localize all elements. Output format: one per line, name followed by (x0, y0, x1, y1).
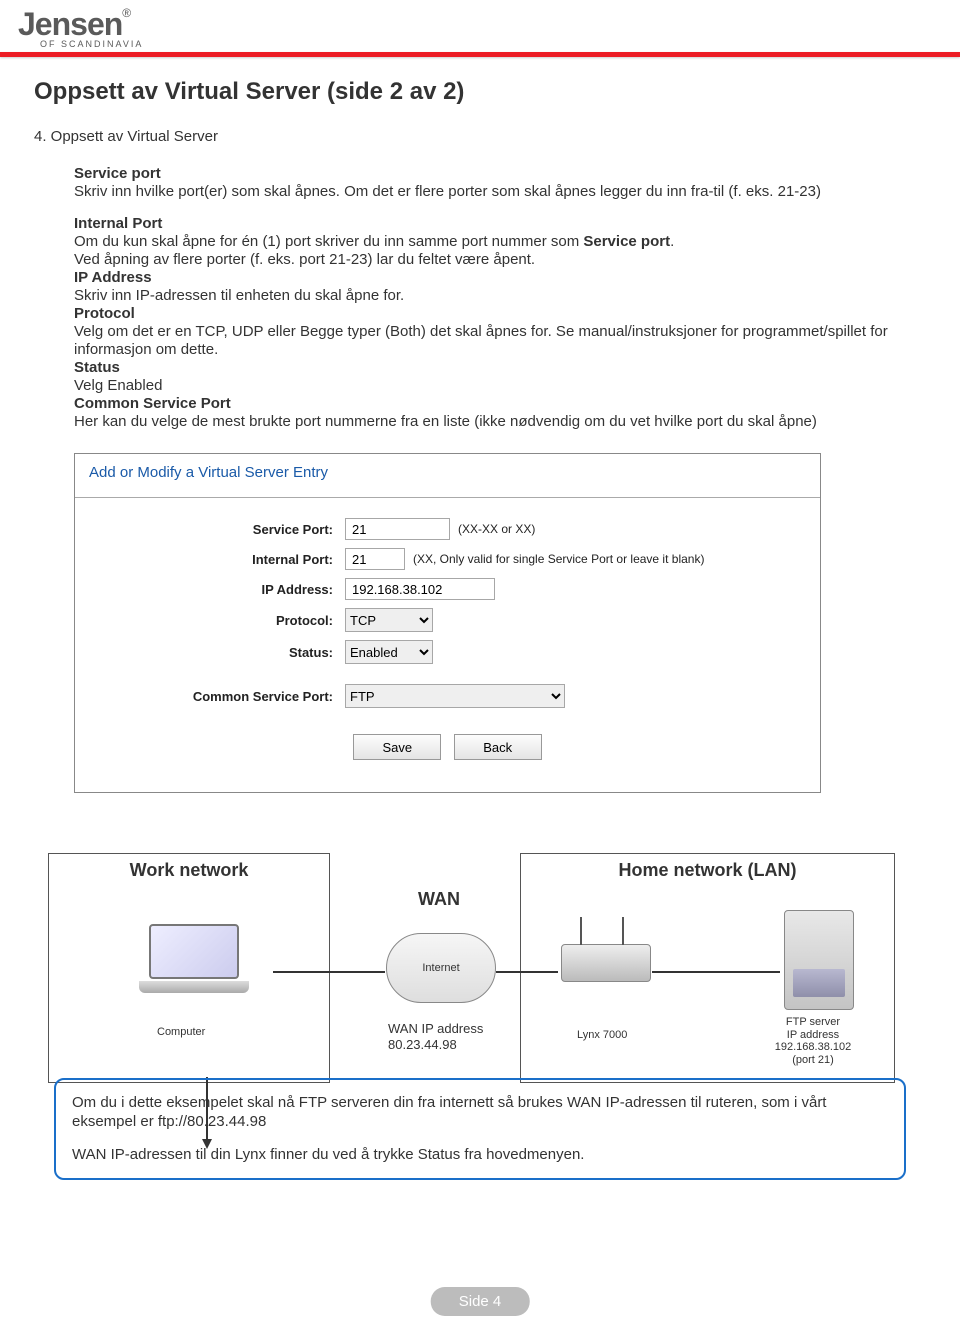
def-ip-t: Skriv inn IP-adressen til enheten du ska… (74, 287, 926, 305)
connector-line (273, 971, 385, 973)
def-proto-h: Protocol (74, 305, 135, 322)
select-csp[interactable]: FTP (345, 684, 565, 708)
label-protocol: Protocol: (85, 613, 345, 628)
label-ip: IP Address: (85, 582, 345, 597)
brand-sub: OF SCANDINAVIA (40, 39, 143, 49)
def-status-t: Velg Enabled (74, 377, 926, 395)
input-internalport[interactable] (345, 548, 405, 570)
wan-label: WAN (418, 889, 460, 910)
save-button[interactable]: Save (353, 734, 441, 760)
connector-line (652, 971, 780, 973)
input-ip[interactable] (345, 578, 495, 600)
home-network-title: Home network (LAN) (521, 860, 894, 881)
brand-reg: ® (122, 6, 131, 20)
def-serviceport-h: Service port (74, 165, 161, 182)
wan-ip-label: WAN IP address80.23.44.98 (388, 1021, 483, 1052)
hint-serviceport: (XX-XX or XX) (458, 522, 535, 536)
step-heading: 4. Oppsett av Virtual Server (34, 128, 926, 145)
def-status-h: Status (74, 359, 120, 376)
input-serviceport[interactable] (345, 518, 450, 540)
brand-name: Jensen (18, 6, 122, 42)
def-serviceport-t: Skriv inn hvilke port(er) som skal åpnes… (74, 183, 926, 201)
ftp-server-label: FTP server IP address 192.168.38.102 (po… (748, 1016, 878, 1067)
work-network-title: Work network (49, 860, 329, 881)
def-ip-h: IP Address (74, 269, 152, 286)
header-divider (0, 52, 960, 57)
server-icon (784, 910, 854, 1010)
hint-internalport: (XX, Only valid for single Service Port … (413, 552, 704, 566)
def-proto-t: Velg om det er en TCP, UDP eller Begge t… (74, 323, 926, 359)
def-internalport-t1: Om du kun skal åpne for én (1) port skri… (74, 233, 926, 251)
def-csp-t: Her kan du velge de mest brukte port num… (74, 413, 926, 431)
def-internalport-h: Internal Port (74, 215, 162, 232)
label-internalport: Internal Port: (85, 552, 345, 567)
computer-label: Computer (157, 1026, 205, 1038)
work-network-box: Work network Computer (48, 853, 330, 1083)
info-line1: Om du i dette eksempelet skal nå FTP ser… (72, 1094, 888, 1132)
page-number: Side 4 (431, 1287, 530, 1316)
connector-line (496, 971, 558, 973)
select-protocol[interactable]: TCP (345, 608, 433, 632)
back-button[interactable]: Back (454, 734, 542, 760)
lynx-label: Lynx 7000 (577, 1029, 627, 1041)
label-csp: Common Service Port: (85, 689, 345, 704)
internet-cloud-icon: Internet (386, 933, 496, 1003)
select-status[interactable]: Enabled (345, 640, 433, 664)
info-line2: WAN IP-adressen til din Lynx finner du v… (72, 1146, 888, 1165)
laptop-icon (139, 924, 249, 999)
brand-logo: Jensen® OF SCANDINAVIA (18, 6, 143, 49)
label-status: Status: (85, 645, 345, 660)
home-network-box: Home network (LAN) Lynx 7000 FTP server … (520, 853, 895, 1083)
page-title: Oppsett av Virtual Server (side 2 av 2) (34, 78, 926, 106)
router-icon (561, 944, 651, 982)
label-serviceport: Service Port: (85, 522, 345, 537)
info-callout: Om du i dette eksempelet skal nå FTP ser… (54, 1078, 906, 1180)
def-csp-h: Common Service Port (74, 395, 231, 412)
definitions: Service port Skriv inn hvilke port(er) s… (74, 165, 926, 431)
panel-title: Add or Modify a Virtual Server Entry (75, 454, 820, 498)
router-panel: Add or Modify a Virtual Server Entry Ser… (74, 453, 821, 793)
def-internalport-t2: Ved åpning av flere porter (f. eks. port… (74, 251, 926, 269)
